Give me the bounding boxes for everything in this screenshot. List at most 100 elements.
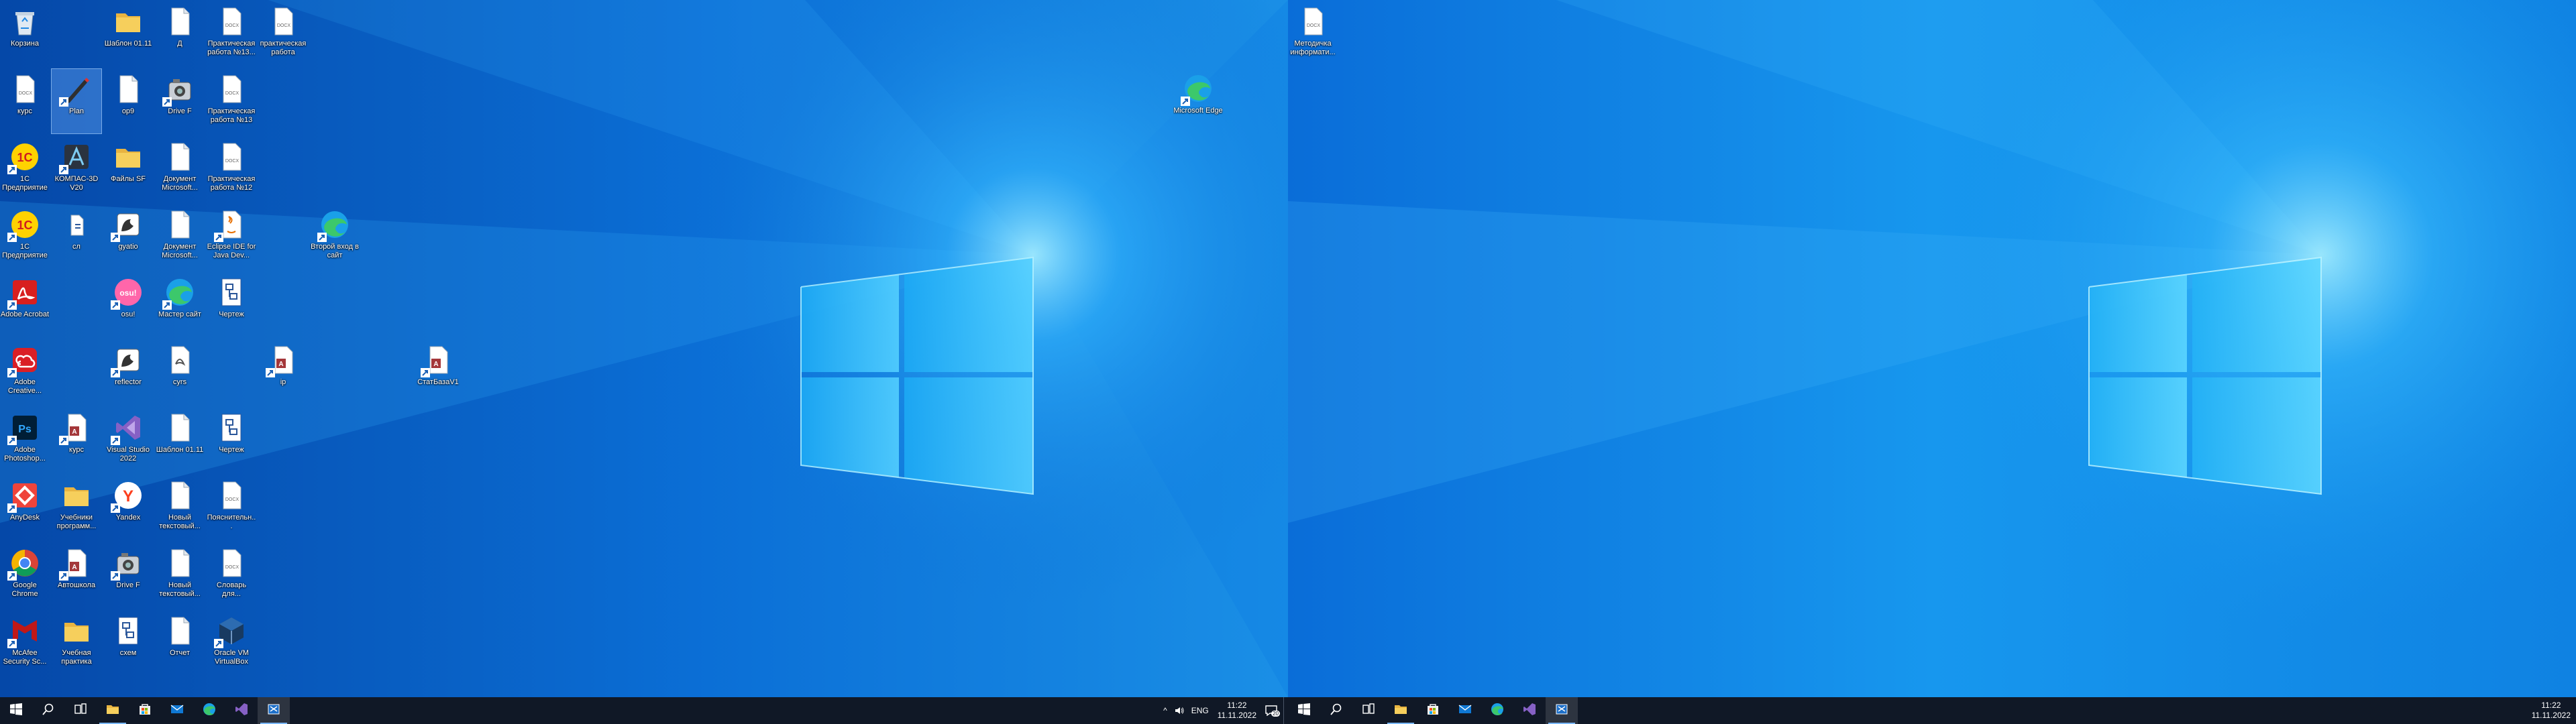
svg-text:osu!: osu!: [119, 288, 136, 298]
taskbar-edge-button[interactable]: [193, 697, 225, 724]
desktop-icon-onec-2[interactable]: 1С 1С Предприятие: [0, 204, 50, 269]
visual-studio-icon: [111, 412, 144, 445]
desktop-icon-access-3[interactable]: Aкурс: [52, 408, 101, 472]
taskbar-store-button[interactable]: [1417, 697, 1449, 724]
desktop-icon-docx-right[interactable]: DOCX Методичка информати...: [1288, 1, 1338, 66]
desktop-icon-adobe-cc[interactable]: Adobe Creative...: [0, 340, 50, 404]
virtualbox-icon: [214, 615, 248, 648]
desktop-icon-access-4[interactable]: A Автошкола: [52, 543, 101, 607]
taskbar-mail-button[interactable]: [1449, 697, 1481, 724]
desktop-icon-scheme-1[interactable]: Чертеж: [207, 272, 256, 337]
desktop-icon-edge-3[interactable]: Мастер сайт: [155, 272, 205, 337]
desktop-icon-file-5[interactable]: Документ Microsoft...: [155, 204, 205, 269]
taskbar-snip-button[interactable]: [1546, 697, 1578, 724]
desktop-icon-mcafee[interactable]: McAfee Security Sc...: [0, 611, 50, 675]
taskbar-start-button[interactable]: [0, 697, 32, 724]
desktop-icon-camera-2[interactable]: Drive F: [103, 543, 153, 607]
language-indicator[interactable]: ENG: [1188, 697, 1212, 724]
desktop-icon-file-9[interactable]: Новый текстовый...: [155, 543, 205, 607]
svg-text:DOCX: DOCX: [225, 23, 239, 28]
desktop-icon-label: ip: [280, 378, 286, 386]
desktop-icon-app-2[interactable]: reflector: [103, 340, 153, 404]
clock[interactable]: 11:22 11.11.2022: [1212, 697, 1262, 724]
show-desktop-button[interactable]: [1283, 697, 1288, 724]
system-tray: ^ ENG 11:22 11.11.2022 20: [1160, 697, 1288, 724]
desktop-icon-photoshop[interactable]: Ps Adobe Photoshop...: [0, 408, 50, 472]
desktop-icon-label: cyrs: [172, 378, 187, 386]
taskbar-store-button[interactable]: [129, 697, 161, 724]
desktop-icon-anydesk[interactable]: AnyDesk: [0, 475, 50, 540]
desktop-icon-osu[interactable]: osu! osu!: [103, 272, 153, 337]
taskbar-explorer-button[interactable]: [1385, 697, 1417, 724]
desktop-icon-file-2[interactable]: ор9: [103, 69, 153, 133]
desktop-icon-label: Drive F: [168, 107, 192, 115]
desktop-icon-virtualbox[interactable]: Oracle VM VirtualBox: [207, 611, 256, 675]
desktop-icon-file-4[interactable]: сл: [52, 204, 101, 269]
desktop-icon-camera-1[interactable]: Drive F: [155, 69, 205, 133]
desktop-icon-microsoft-edge[interactable]: Microsoft Edge: [1173, 68, 1223, 133]
desktop-icon-chrome[interactable]: Google Chrome: [0, 543, 50, 607]
taskbar-start-button[interactable]: [1288, 697, 1320, 724]
desktop-icon-file-8[interactable]: Новый текстовый...: [155, 475, 205, 540]
desktop-icon-folder-4[interactable]: Учебная практика: [52, 611, 101, 675]
desktop-icon-yandex[interactable]: Y Yandex: [103, 475, 153, 540]
desktop-icon-file-6[interactable]: cyrs: [155, 340, 205, 404]
desktop-icon-file-7[interactable]: Шаблон 01.11: [155, 408, 205, 472]
desktop-icon-label: Eclipse IDE for Java Dev...: [207, 243, 256, 259]
windows-logo-icon: [1297, 702, 1311, 720]
desktop-icon-acrobat[interactable]: Adobe Acrobat: [0, 272, 50, 337]
desktop-icon-scheme-2[interactable]: Чертеж: [207, 408, 256, 472]
desktop-icon-onec-1[interactable]: 1С 1С Предприятие: [0, 137, 50, 201]
desktop-icon-file-1[interactable]: Д: [155, 1, 205, 66]
desktop-icon-kompas[interactable]: КОМПАС-3D V20: [52, 137, 101, 201]
desktop-icon-file-3[interactable]: Документ Microsoft...: [155, 137, 205, 201]
taskbar-visual-studio-button[interactable]: [225, 697, 258, 724]
desktop-icon-label: Adobe Creative...: [7, 378, 42, 395]
desktop-icon-pencil-app[interactable]: Plan: [51, 68, 102, 134]
notification-center-icon[interactable]: 20: [1262, 697, 1281, 724]
access-icon: A: [421, 344, 454, 377]
desktop-icon-java-1[interactable]: Eclipse IDE for Java Dev...: [207, 204, 256, 269]
desktop-icon-docx-1[interactable]: DOCX Практическая работа №13...: [207, 1, 256, 66]
folder-icon: [60, 615, 93, 647]
taskbar-snip-button[interactable]: [258, 697, 290, 724]
desktop-icon-scheme-3[interactable]: схем: [103, 611, 153, 675]
taskbar-task-view-button[interactable]: [64, 697, 97, 724]
taskbar-search-button[interactable]: [32, 697, 64, 724]
taskbar-explorer-button[interactable]: [97, 697, 129, 724]
taskbar-visual-studio-button[interactable]: [1513, 697, 1546, 724]
taskbar-mail-button[interactable]: [161, 697, 193, 724]
desktop-icon-edge-2[interactable]: Второй вход в сайт: [310, 204, 360, 269]
desktop-icon-docx-2[interactable]: DOCX практическая работа: [258, 1, 308, 66]
desktop-icon-docx-7[interactable]: DOCX Словарь для...: [207, 543, 256, 607]
desktop-icon-docx-6[interactable]: DOCX Пояснительн...: [207, 475, 256, 540]
desktop-icon-docx-4[interactable]: DOCX Практическая работа №13: [207, 69, 256, 133]
desktop-icon-label: Документ Microsoft...: [162, 175, 198, 192]
document-icon: [164, 547, 196, 579]
taskbar-search-button[interactable]: [1320, 697, 1352, 724]
desktop-icon-access-2[interactable]: A СтатБазаV1: [413, 340, 463, 404]
desktop-icon-docx-5[interactable]: DOCX Практическая работа №12: [207, 137, 256, 201]
taskbar-task-view-button[interactable]: [1352, 697, 1385, 724]
volume-icon[interactable]: [1171, 697, 1188, 724]
desktop-icon-vs[interactable]: Visual Studio 2022: [103, 408, 153, 472]
desktop-icon-folder-1[interactable]: Шаблон 01.11: [103, 1, 153, 66]
desktop-icon-access-1[interactable]: Aip: [258, 340, 308, 404]
show-hidden-icons-chevron[interactable]: ^: [1160, 697, 1171, 724]
pencil-icon: [59, 73, 93, 107]
right-monitor: DOCX Методичка информати... 11:22 11.11.2…: [1288, 0, 2576, 724]
desktop-icon-app-1[interactable]: gyatio: [103, 204, 153, 269]
folder-icon: [112, 5, 144, 38]
desktop-icon-file-10[interactable]: Отчет: [155, 611, 205, 675]
document-icon: [164, 615, 196, 647]
desktop-icon-label: Учебная практика: [61, 649, 92, 666]
taskbar-edge-button[interactable]: [1481, 697, 1513, 724]
desktop-icon-folder-2[interactable]: Файлы SF: [103, 137, 153, 201]
desktop-icon-docx-3[interactable]: DOCX курс: [0, 69, 50, 133]
desktop-icon-folder-3[interactable]: Учебники программ...: [52, 475, 101, 540]
svg-text:A: A: [433, 361, 438, 368]
scheme-icon: [215, 412, 248, 444]
desktop-icon-recycle-bin[interactable]: Корзина: [0, 1, 50, 66]
clock[interactable]: 11:22 11.11.2022: [2526, 697, 2576, 724]
desktop-icon-label: Файлы SF: [110, 175, 146, 183]
